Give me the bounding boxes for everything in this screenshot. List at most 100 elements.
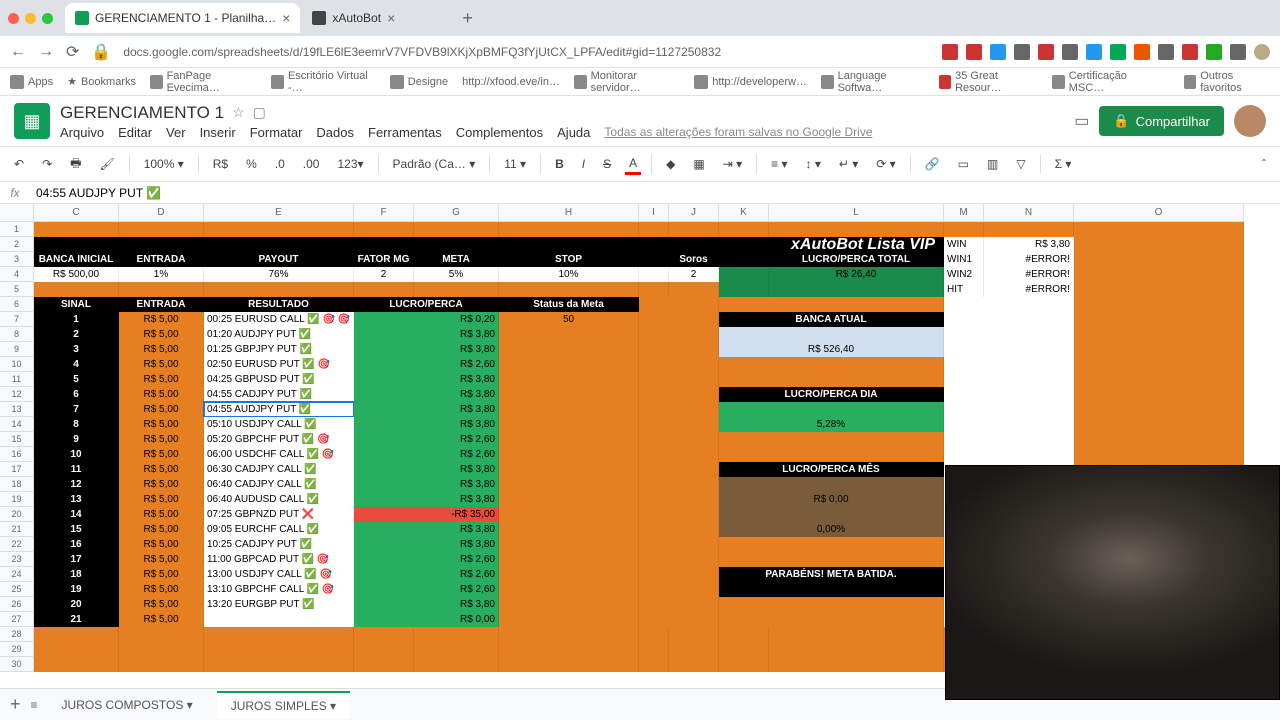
bookmark[interactable]: ★ Bookmarks	[67, 75, 136, 88]
bookmark[interactable]: Designe	[390, 75, 448, 89]
menu-inserir[interactable]: Inserir	[200, 125, 236, 140]
textcolor-icon[interactable]: A	[625, 154, 641, 175]
ext-icon[interactable]	[1014, 44, 1030, 60]
font-select[interactable]: Padrão (Ca… ▾	[389, 155, 480, 173]
ext-icon[interactable]	[1230, 44, 1246, 60]
bookmark[interactable]: http://xfood.eve/in…	[462, 76, 560, 88]
menu-arquivo[interactable]: Arquivo	[60, 125, 104, 140]
merge-icon[interactable]: ⇥ ▾	[719, 155, 746, 173]
folder-icon	[1184, 75, 1197, 89]
currency-icon[interactable]: R$	[209, 155, 232, 173]
toolbar: ↶ ↷ 🖶 🖌 100% ▾ R$ % .0 .00 123▾ Padrão (…	[0, 146, 1280, 182]
borders-icon[interactable]: ▦	[689, 155, 708, 173]
bookmark[interactable]: Language Softwa…	[821, 70, 925, 94]
extensions	[942, 44, 1270, 60]
fx-icon: fx	[0, 186, 30, 200]
bookmark[interactable]: http://developerw…	[694, 75, 807, 89]
wrap-icon[interactable]: ↵ ▾	[835, 155, 862, 173]
sheet-tab-active[interactable]: JUROS SIMPLES ▾	[217, 691, 350, 719]
print-icon[interactable]: 🖶	[66, 152, 85, 177]
menu-bar: Arquivo Editar Ver Inserir Formatar Dado…	[60, 125, 1064, 140]
paint-icon[interactable]: 🖌	[95, 155, 118, 173]
zoom-select[interactable]: 100% ▾	[140, 155, 188, 173]
profile-icon[interactable]	[1254, 44, 1270, 60]
bold-icon[interactable]: B	[551, 155, 568, 173]
bookmark[interactable]: Apps	[10, 75, 53, 89]
bookmark[interactable]: FanPage Evecima…	[150, 70, 257, 94]
formula-input[interactable]: 04:55 AUDJPY PUT ✅	[30, 186, 161, 200]
menu-complementos[interactable]: Complementos	[456, 125, 543, 140]
bookmark[interactable]: Escritório Virtual -…	[271, 70, 375, 94]
close-window-icon[interactable]	[8, 13, 19, 24]
ext-icon[interactable]	[1134, 44, 1150, 60]
sheet-tab[interactable]: JUROS COMPOSTOS ▾	[48, 692, 207, 718]
bookmark[interactable]: Certificação MSC…	[1052, 70, 1155, 94]
format-more[interactable]: 123▾	[333, 155, 367, 173]
redo-icon[interactable]: ↷	[38, 155, 56, 173]
functions-icon[interactable]: Σ ▾	[1051, 155, 1076, 173]
tab-title: xAutoBot	[332, 11, 381, 25]
bookmark-other[interactable]: Outros favoritos	[1184, 70, 1270, 94]
browser-tab-active[interactable]: GERENCIAMENTO 1 - Planilha… ×	[65, 3, 300, 33]
menu-ferramentas[interactable]: Ferramentas	[368, 125, 442, 140]
all-sheets-button[interactable]: ≡	[31, 698, 38, 712]
forward-icon[interactable]: →	[38, 43, 54, 61]
webcam-overlay	[945, 465, 1280, 700]
bookmark[interactable]: Monitorar servidor…	[574, 70, 680, 94]
ext-icon[interactable]	[1086, 44, 1102, 60]
ext-icon[interactable]	[966, 44, 982, 60]
fill-icon[interactable]: ◆	[662, 155, 679, 173]
ext-icon[interactable]	[942, 44, 958, 60]
chart-icon[interactable]: ▥	[983, 155, 1002, 173]
tab-close-icon[interactable]: ×	[387, 10, 395, 26]
collapse-icon[interactable]: ˆ	[1258, 155, 1270, 173]
dec-decrease-icon[interactable]: .0	[271, 155, 289, 173]
link-icon[interactable]: 🔗	[921, 155, 944, 173]
ext-icon[interactable]	[1062, 44, 1078, 60]
valign-icon[interactable]: ↕ ▾	[801, 155, 824, 173]
strike-icon[interactable]: S	[599, 155, 615, 173]
bm-icon	[574, 75, 587, 89]
undo-icon[interactable]: ↶	[10, 155, 28, 173]
reload-icon[interactable]: ⟳	[66, 42, 79, 62]
browser-tab[interactable]: xAutoBot ×	[302, 3, 452, 33]
menu-ajuda[interactable]: Ajuda	[557, 125, 590, 140]
maximize-window-icon[interactable]	[42, 13, 53, 24]
comment-icon[interactable]: ▭	[1074, 111, 1089, 131]
bookmark[interactable]: 35 Great Resour…	[939, 70, 1039, 94]
tab-close-icon[interactable]: ×	[282, 10, 290, 26]
star-icon[interactable]: ☆	[232, 104, 245, 121]
italic-icon[interactable]: I	[578, 155, 589, 173]
menu-formatar[interactable]: Formatar	[250, 125, 303, 140]
back-icon[interactable]: ←	[10, 43, 26, 61]
sheets-logo-icon[interactable]: ▦	[14, 103, 50, 139]
share-button[interactable]: 🔒 Compartilhar	[1099, 106, 1224, 136]
new-tab-button[interactable]: +	[454, 8, 481, 29]
comment-icon[interactable]: ▭	[954, 155, 973, 173]
ext-icon[interactable]	[1206, 44, 1222, 60]
percent-icon[interactable]: %	[242, 155, 261, 173]
menu-editar[interactable]: Editar	[118, 125, 152, 140]
save-status: Todas as alterações foram salvas no Goog…	[604, 125, 872, 140]
add-sheet-button[interactable]: +	[10, 694, 21, 715]
ext-icon[interactable]	[1158, 44, 1174, 60]
account-avatar[interactable]	[1234, 105, 1266, 137]
bm-icon	[390, 75, 404, 89]
move-icon[interactable]: ▢	[253, 104, 266, 121]
address-bar: ← → ⟳ 🔒 docs.google.com/spreadsheets/d/1…	[0, 36, 1280, 68]
ext-icon[interactable]	[1182, 44, 1198, 60]
halign-icon[interactable]: ≡ ▾	[767, 155, 791, 173]
doc-title[interactable]: GERENCIAMENTO 1	[60, 103, 224, 123]
ext-icon[interactable]	[1038, 44, 1054, 60]
filter-icon[interactable]: ▽	[1012, 155, 1029, 173]
ext-icon[interactable]	[1110, 44, 1126, 60]
ext-icon[interactable]	[990, 44, 1006, 60]
rotate-icon[interactable]: ⟳ ▾	[872, 155, 899, 173]
menu-ver[interactable]: Ver	[166, 125, 186, 140]
bm-icon	[150, 75, 163, 89]
fontsize-select[interactable]: 11 ▾	[500, 155, 530, 173]
minimize-window-icon[interactable]	[25, 13, 36, 24]
url-input[interactable]: docs.google.com/spreadsheets/d/19fLE6lE3…	[123, 45, 930, 59]
dec-increase-icon[interactable]: .00	[299, 155, 324, 173]
menu-dados[interactable]: Dados	[316, 125, 354, 140]
